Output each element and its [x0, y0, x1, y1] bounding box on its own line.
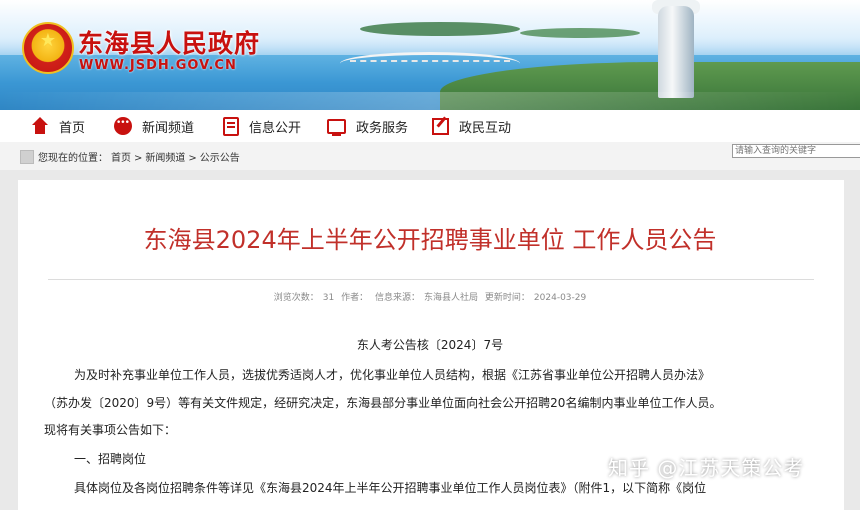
edit-icon — [432, 117, 449, 135]
nav-item-home[interactable]: 首页 — [31, 110, 85, 142]
date-value: 2024-03-29 — [533, 293, 587, 303]
nav-item-news[interactable]: 新闻频道 — [114, 110, 194, 142]
monitor-icon — [327, 118, 346, 136]
document-number: 东人考公告核〔2024〕7号 — [356, 338, 504, 352]
article-meta: 浏览次数： 31 作者： 信息来源： 东海县人社局 更新时间： 2024-03-29 — [0, 290, 860, 303]
nav-label: 首页 — [59, 120, 86, 136]
location-icon — [20, 150, 34, 164]
body-line: （苏办发〔2020〕9号）等有关文件规定，经研究决定，东海县部分事业单位面向社会… — [44, 396, 722, 410]
breadcrumb-item-home[interactable]: 首页 — [111, 153, 131, 164]
banner-reflection — [0, 92, 860, 110]
nav-label: 政务服务 — [356, 120, 409, 136]
banner-tower — [658, 6, 694, 98]
banner-island — [520, 28, 640, 38]
source-value: 东海县人社局 — [424, 293, 479, 303]
main-nav: 首页 新闻频道 信息公开 政务服务 政民互动 — [0, 110, 860, 143]
banner-bridge-deck — [350, 60, 510, 70]
title-divider — [48, 279, 814, 280]
breadcrumb-item-news[interactable]: 新闻频道 — [145, 153, 185, 164]
date-label: 更新时间： — [484, 293, 530, 303]
watermark-text: 知乎 @江苏天策公考 — [608, 456, 805, 480]
source-label: 信息来源： — [375, 293, 421, 303]
site-name[interactable]: 东海县人民政府 — [78, 24, 260, 60]
site-url[interactable]: WWW.JSDH.GOV.CN — [79, 58, 237, 73]
search-input[interactable] — [732, 144, 860, 158]
national-emblem-icon[interactable]: ★ — [22, 22, 74, 74]
breadcrumb: 您现在的位置： 首页 > 新闻频道 > 公示公告 — [38, 149, 243, 164]
views-label: 浏览次数： — [273, 293, 319, 303]
breadcrumb-separator: > — [134, 153, 143, 164]
body-line: 为及时补充事业单位工作人员，选拔优秀适岗人才，优化事业单位人员结构，根据《江苏省… — [74, 368, 711, 382]
views-count: 31 — [322, 293, 335, 303]
section-heading: 一、招聘岗位 — [74, 452, 147, 466]
nav-label: 信息公开 — [249, 120, 302, 136]
breadcrumb-separator: > — [188, 153, 197, 164]
document-icon — [223, 116, 239, 136]
chat-bubble-icon — [114, 117, 132, 135]
article-title: 东海县2024年上半年公开招聘事业单位 工作人员公告 — [143, 226, 717, 254]
nav-item-info-disclosure[interactable]: 信息公开 — [220, 110, 301, 142]
body-line: 具体岗位及各岗位招聘条件等详见《东海县2024年上半年公开招聘事业单位工作人员岗… — [74, 481, 707, 495]
nav-item-interaction[interactable]: 政民互动 — [432, 110, 511, 142]
nav-label: 新闻频道 — [142, 120, 195, 136]
banner-island — [360, 22, 520, 36]
body-line: 现将有关事项公告如下： — [44, 423, 177, 437]
nav-label: 政民互动 — [459, 120, 512, 136]
home-icon — [31, 117, 49, 135]
nav-item-gov-services[interactable]: 政务服务 — [327, 110, 408, 142]
author-label: 作者： — [341, 293, 369, 303]
breadcrumb-item-notices[interactable]: 公示公告 — [200, 153, 240, 164]
breadcrumb-prefix: 您现在的位置： — [38, 153, 108, 164]
